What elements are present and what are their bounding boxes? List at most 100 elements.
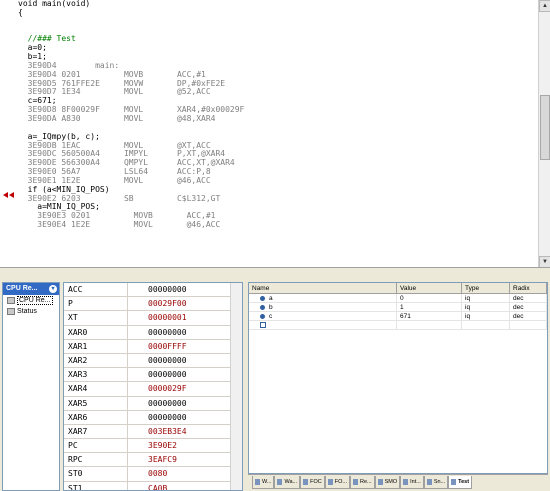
register-value[interactable]: 00000000	[128, 368, 187, 381]
watch-var-value[interactable]: 0	[397, 294, 462, 302]
register-row[interactable]: RPC 3EAFC9	[64, 453, 242, 468]
register-row[interactable]: XT 00000001	[64, 311, 242, 326]
watch-tab[interactable]: W...	[252, 476, 275, 489]
register-row[interactable]: XAR7 003EB3E4	[64, 424, 242, 440]
register-value[interactable]: 00000000	[128, 397, 187, 410]
tree-header[interactable]: CPU Re... ▾	[3, 283, 59, 295]
variable-icon	[260, 305, 265, 310]
register-value[interactable]: 00000000	[128, 283, 187, 296]
tree-item-label: CPU Re...	[17, 296, 53, 305]
register-row[interactable]: XAR6 00000000	[64, 410, 242, 425]
register-name: PC	[64, 439, 128, 453]
register-row[interactable]: ACC 00000000	[64, 283, 242, 298]
watch-var-value[interactable]: 671	[397, 312, 462, 320]
register-name: ST0	[64, 467, 128, 481]
watch-col-radix[interactable]: Radix	[510, 283, 547, 293]
register-value[interactable]: CA0B	[128, 482, 167, 490]
watch-var-radix[interactable]: dec	[510, 312, 547, 320]
register-row[interactable]: ST1 CA0B	[64, 481, 242, 490]
register-row[interactable]: XAR0 00000000	[64, 325, 242, 340]
watch-tab[interactable]: Re...	[349, 476, 375, 489]
register-name: RPC	[64, 453, 128, 467]
register-name: XAR2	[64, 353, 128, 368]
tree-item[interactable]: CPU Re...	[3, 295, 59, 306]
register-row[interactable]: P 00029F00	[64, 297, 242, 312]
watch-var-value[interactable]: 1	[397, 303, 462, 311]
watch-tab[interactable]: Test	[448, 476, 473, 489]
scroll-up-icon[interactable]: ▲	[539, 0, 550, 12]
register-value[interactable]: 00029F00	[128, 297, 187, 310]
watch-tab[interactable]: Sn...	[423, 476, 449, 489]
tree-header-label: CPU Re...	[6, 285, 38, 292]
code-line: 3E90E4 1E2E MOVL @46,ACC	[18, 220, 221, 230]
source-code-editor[interactable]: void main(void){ //### Test a=0; b=1; 3E…	[0, 0, 550, 268]
watch-tab[interactable]: FOC	[300, 476, 325, 489]
tree-item[interactable]: Status	[3, 306, 59, 317]
register-value[interactable]: 003EB3E4	[128, 425, 187, 438]
register-value[interactable]: 3EAFC9	[128, 453, 177, 466]
watch-tab-icon	[426, 479, 432, 485]
watch-tab-icon	[403, 479, 409, 485]
code-line: a=0;	[18, 43, 47, 53]
register-group-tree[interactable]: CPU Re... ▾ CPU Re... Status	[2, 282, 60, 491]
register-name: XAR7	[64, 424, 128, 439]
code-vertical-scrollbar[interactable]: ▲ ▼	[538, 0, 550, 267]
register-window[interactable]: ACC 00000000 P 00029F00 XT 00000001 XAR0 000000…	[63, 282, 243, 491]
watch-row[interactable]: c 671 iq dec	[249, 312, 547, 321]
variable-icon	[260, 296, 265, 301]
register-row[interactable]: XAR1 0000FFFF	[64, 339, 242, 354]
dropdown-icon[interactable]: ▾	[49, 285, 57, 293]
register-value[interactable]: 00000000	[128, 354, 187, 367]
watch-col-value[interactable]: Value	[397, 283, 462, 293]
register-row[interactable]: XAR2 00000000	[64, 353, 242, 369]
watch-tab[interactable]: Wa...	[274, 476, 301, 489]
register-value[interactable]: 0000FFFF	[128, 340, 187, 353]
watch-window[interactable]: Name Value Type Radix a 0 iq dec b 1 iq dec c 671…	[248, 282, 548, 474]
scroll-down-icon[interactable]: ▼	[539, 256, 550, 267]
watch-tab-label: Test	[458, 479, 470, 485]
new-watch-entry-icon[interactable]	[260, 322, 266, 328]
watch-header: Name Value Type Radix	[249, 283, 547, 294]
watch-var-radix[interactable]: dec	[510, 303, 547, 311]
watch-tab[interactable]: SMO	[374, 476, 401, 489]
register-value[interactable]: 3E90E2	[128, 439, 177, 452]
watch-tab-icon	[327, 479, 333, 485]
register-scrollbar[interactable]	[230, 283, 242, 490]
register-row[interactable]: PC 3E90E2	[64, 439, 242, 454]
watch-tab-strip: W... Wa... FOC FO... Re... SMO Int... Sn... Test	[248, 474, 548, 491]
register-group-icon	[7, 308, 15, 315]
register-row[interactable]: XAR4 0000029F	[64, 382, 242, 397]
register-name: ST1	[64, 481, 128, 490]
register-value[interactable]: 0080	[128, 467, 167, 480]
code-line: {	[18, 7, 23, 17]
watch-tab-label: Wa...	[284, 479, 298, 485]
code-line: 3E90D7 1E34 MOVL @52,ACC	[18, 87, 211, 97]
register-name: ACC	[64, 283, 128, 297]
watch-tab-label: W...	[262, 479, 272, 485]
watch-tab[interactable]: Int...	[400, 476, 424, 489]
watch-new-entry-row[interactable]	[249, 321, 547, 330]
watch-col-name[interactable]: Name	[249, 283, 397, 293]
watch-var-type: iq	[462, 294, 510, 302]
register-value[interactable]: 0000029F	[128, 382, 187, 395]
register-value[interactable]: 00000000	[128, 411, 187, 424]
watch-tab[interactable]: FO...	[324, 476, 350, 489]
scroll-thumb[interactable]	[540, 95, 550, 160]
watch-row[interactable]: b 1 iq dec	[249, 303, 547, 312]
register-row[interactable]: XAR3 00000000	[64, 368, 242, 383]
watch-tab-label: Int...	[410, 479, 421, 485]
pane-splitter[interactable]	[0, 268, 550, 282]
code-listing: void main(void){ //### Test a=0; b=1; 3E…	[18, 0, 538, 267]
register-value[interactable]: 00000000	[128, 326, 187, 339]
watch-var-radix[interactable]: dec	[510, 294, 547, 302]
watch-row[interactable]: a 0 iq dec	[249, 294, 547, 303]
register-row[interactable]: XAR5 00000000	[64, 396, 242, 411]
register-row[interactable]: ST0 0080	[64, 467, 242, 482]
register-value[interactable]: 00000001	[128, 311, 187, 324]
register-name: XAR3	[64, 368, 128, 382]
code-line: //### Test	[18, 34, 76, 44]
watch-tab-icon	[451, 479, 457, 485]
code-gutter[interactable]	[0, 0, 18, 267]
watch-col-type[interactable]: Type	[462, 283, 510, 293]
